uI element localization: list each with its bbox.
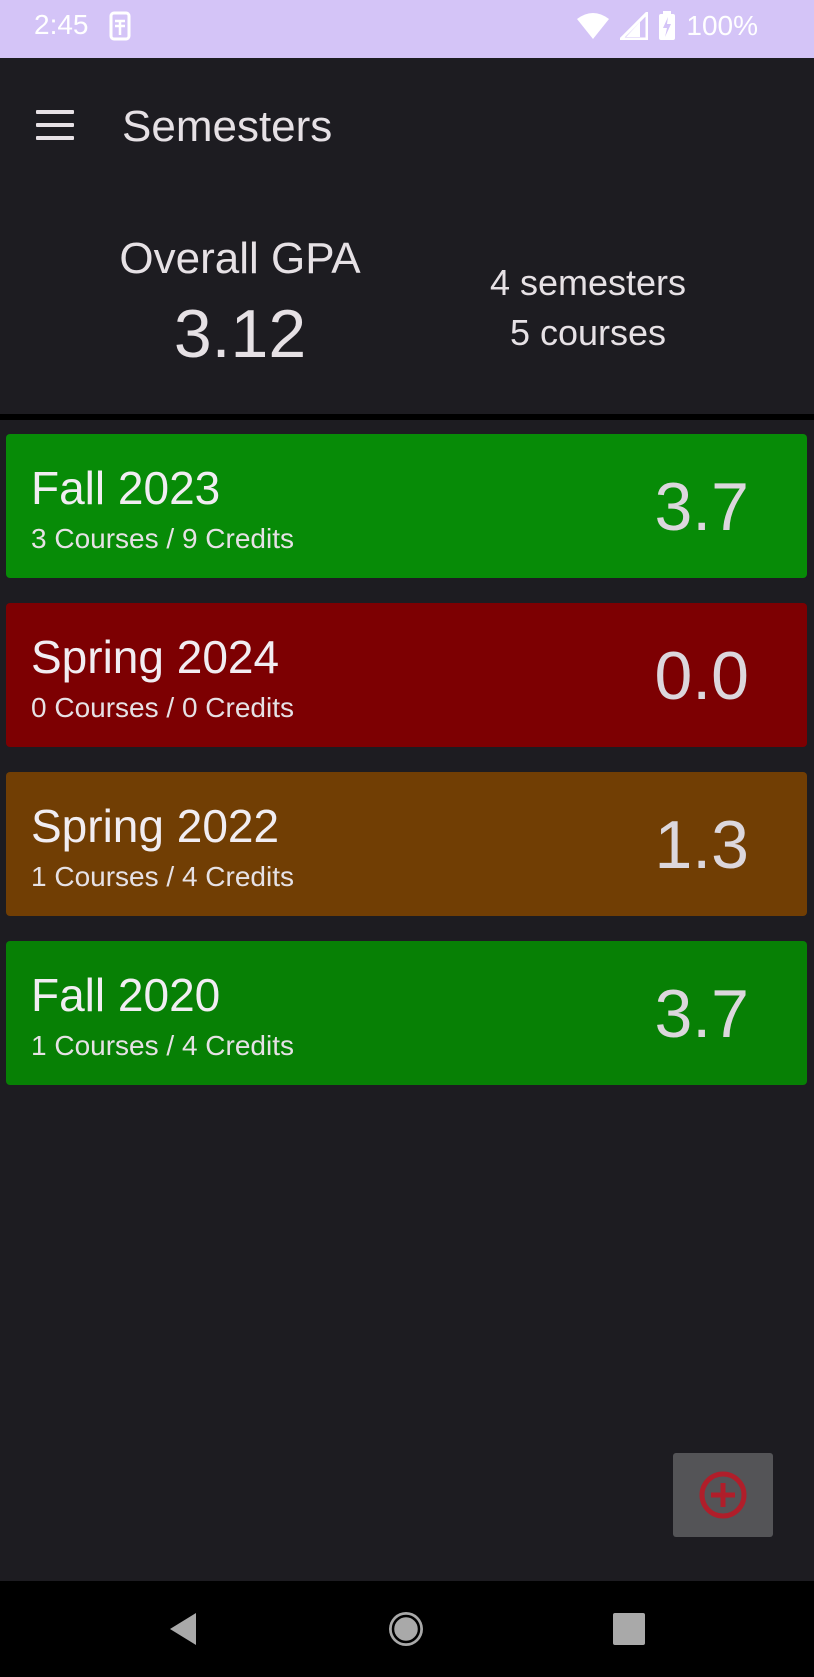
semester-card[interactable]: Spring 2022 1 Courses / 4 Credits 1.3 — [6, 772, 807, 916]
add-circle-icon — [699, 1471, 747, 1519]
semester-gpa: 0.0 — [654, 638, 749, 714]
wifi-icon — [577, 13, 610, 39]
semester-name: Fall 2020 — [31, 969, 221, 1021]
status-icons: 100% — [576, 10, 758, 42]
overall-gpa-label: Overall GPA — [119, 234, 361, 283]
app-bar: Semesters — [0, 58, 814, 198]
semester-card[interactable]: Spring 2024 0 Courses / 0 Credits 0.0 — [6, 603, 807, 747]
home-icon[interactable] — [386, 1609, 426, 1649]
semester-meta: 0 Courses / 0 Credits — [31, 692, 294, 723]
semester-gpa: 3.7 — [654, 976, 749, 1052]
semesters-screen: 2:45 100% Semesters Overall GPA 3.12 4 s… — [0, 0, 814, 1677]
recents-icon[interactable] — [609, 1609, 649, 1649]
menu-icon[interactable] — [34, 108, 76, 144]
semesters-count: 4 semesters — [489, 262, 687, 303]
back-icon[interactable] — [164, 1609, 204, 1649]
semester-gpa: 3.7 — [654, 469, 749, 545]
signal-icon — [620, 12, 649, 40]
battery-charging-icon — [659, 11, 676, 40]
semester-list: Fall 2023 3 Courses / 9 Credits 3.7 Spri… — [6, 434, 808, 1110]
semester-meta: 3 Courses / 9 Credits — [31, 523, 294, 554]
page-title: Semesters — [122, 102, 333, 151]
semester-meta: 1 Courses / 4 Credits — [31, 861, 294, 892]
add-semester-button[interactable] — [673, 1453, 773, 1537]
semester-meta: 1 Courses / 4 Credits — [31, 1030, 294, 1061]
semester-gpa: 1.3 — [654, 807, 749, 883]
overall-gpa-value: 3.12 — [173, 296, 307, 372]
battery-percent: 100% — [686, 10, 758, 41]
semester-card[interactable]: Fall 2023 3 Courses / 9 Credits 3.7 — [6, 434, 807, 578]
divider — [0, 414, 814, 420]
semester-name: Spring 2022 — [31, 800, 280, 852]
sim-icon — [109, 11, 131, 41]
semester-name: Spring 2024 — [31, 631, 280, 683]
summary-counts: 4 semesters 5 courses — [438, 258, 738, 358]
system-nav-bar — [0, 1581, 814, 1677]
courses-count: 5 courses — [509, 312, 667, 353]
status-time: 2:45 — [34, 9, 89, 40]
semester-card[interactable]: Fall 2020 1 Courses / 4 Credits 3.7 — [6, 941, 807, 1085]
gpa-summary: Overall GPA 3.12 4 semesters 5 courses — [0, 198, 814, 416]
status-bar: 2:45 100% — [0, 0, 814, 58]
semester-name: Fall 2023 — [31, 462, 221, 514]
